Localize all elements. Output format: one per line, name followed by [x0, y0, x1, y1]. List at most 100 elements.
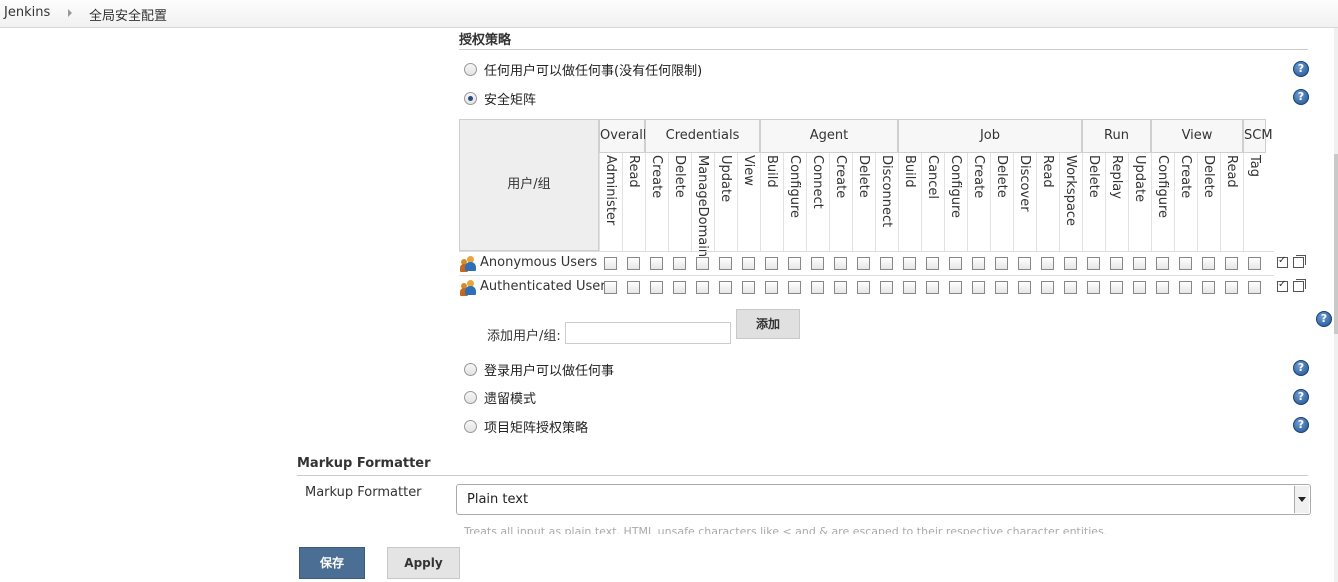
- permission-checkbox[interactable]: [1064, 281, 1077, 294]
- permission-checkbox[interactable]: [627, 281, 640, 294]
- permission-label: Configure: [948, 155, 963, 219]
- permission-checkbox[interactable]: [742, 257, 755, 270]
- radio-button[interactable]: [464, 363, 477, 376]
- matrix-permission-header: Configure: [944, 153, 967, 251]
- radio-button[interactable]: [464, 63, 477, 76]
- help-icon[interactable]: ?: [1293, 417, 1309, 433]
- permission-label: Replay: [1109, 155, 1124, 199]
- permission-checkbox[interactable]: [995, 257, 1008, 270]
- permission-checkbox[interactable]: [857, 281, 870, 294]
- permission-checkbox[interactable]: [1156, 257, 1169, 270]
- chevron-down-icon[interactable]: [1294, 486, 1309, 513]
- matrix-row-label: Authenticated Users: [459, 276, 612, 299]
- permission-checkbox[interactable]: [1064, 257, 1077, 270]
- permission-checkbox[interactable]: [1225, 257, 1238, 270]
- permission-checkbox[interactable]: [696, 281, 709, 294]
- permission-checkbox[interactable]: [1202, 281, 1215, 294]
- permission-checkbox[interactable]: [696, 257, 709, 270]
- permission-checkbox[interactable]: [880, 281, 893, 294]
- permission-checkbox[interactable]: [834, 281, 847, 294]
- scrollbar-thumb[interactable]: [1334, 154, 1338, 334]
- permission-checkbox[interactable]: [972, 257, 985, 270]
- permission-checkbox[interactable]: [1202, 257, 1215, 270]
- permission-checkbox[interactable]: [719, 281, 732, 294]
- permission-checkbox[interactable]: [834, 257, 847, 270]
- permission-checkbox[interactable]: [765, 257, 778, 270]
- check-all-icon[interactable]: [1277, 255, 1288, 268]
- breadcrumb-current[interactable]: 全局安全配置: [89, 5, 167, 24]
- matrix-group-header: Run: [1082, 119, 1151, 153]
- markup-formatter-label: Markup Formatter: [305, 485, 422, 500]
- permission-checkbox[interactable]: [903, 257, 916, 270]
- permission-checkbox[interactable]: [857, 257, 870, 270]
- permission-checkbox[interactable]: [1133, 281, 1146, 294]
- matrix-permission-header: Create: [645, 153, 668, 251]
- permission-checkbox[interactable]: [1018, 257, 1031, 270]
- permission-label: Delete: [1201, 155, 1216, 198]
- check-all-icon[interactable]: [1277, 279, 1288, 292]
- permission-checkbox[interactable]: [1179, 281, 1192, 294]
- permission-checkbox[interactable]: [949, 281, 962, 294]
- permission-checkbox[interactable]: [1179, 257, 1192, 270]
- breadcrumb-jenkins[interactable]: Jenkins: [4, 5, 50, 20]
- permission-checkbox[interactable]: [811, 257, 824, 270]
- markup-formatter-select[interactable]: Plain text: [456, 484, 1311, 515]
- permission-checkbox[interactable]: [1110, 257, 1123, 270]
- help-icon[interactable]: ?: [1293, 61, 1309, 77]
- permission-checkbox[interactable]: [604, 257, 617, 270]
- permission-checkbox[interactable]: [1133, 257, 1146, 270]
- matrix-permission-header: Build: [898, 153, 921, 251]
- permission-checkbox[interactable]: [1087, 257, 1100, 270]
- radio-button[interactable]: [464, 391, 477, 404]
- radio-button-selected[interactable]: [464, 92, 477, 105]
- permission-checkbox[interactable]: [903, 281, 916, 294]
- permission-checkbox[interactable]: [995, 281, 1008, 294]
- permission-checkbox[interactable]: [880, 257, 893, 270]
- add-user-input[interactable]: [565, 322, 731, 344]
- permission-checkbox[interactable]: [1018, 281, 1031, 294]
- permission-checkbox[interactable]: [972, 281, 985, 294]
- permission-checkbox[interactable]: [627, 257, 640, 270]
- permission-checkbox[interactable]: [673, 281, 686, 294]
- permission-checkbox[interactable]: [788, 257, 801, 270]
- permission-checkbox[interactable]: [765, 281, 778, 294]
- vertical-scrollbar[interactable]: [1334, 28, 1338, 582]
- permission-checkbox[interactable]: [1248, 257, 1261, 270]
- permission-checkbox[interactable]: [788, 281, 801, 294]
- apply-button[interactable]: Apply: [387, 547, 460, 579]
- permission-checkbox[interactable]: [673, 257, 686, 270]
- help-icon[interactable]: ?: [1293, 89, 1309, 105]
- matrix-permission-header: Delete: [990, 153, 1013, 251]
- permission-checkbox[interactable]: [949, 257, 962, 270]
- permission-checkbox[interactable]: [1041, 281, 1054, 294]
- help-icon[interactable]: ?: [1316, 311, 1332, 327]
- permission-checkbox[interactable]: [1041, 257, 1054, 270]
- permission-checkbox[interactable]: [1087, 281, 1100, 294]
- permission-label: Update: [718, 155, 733, 203]
- permission-label: Update: [1132, 155, 1147, 203]
- permission-checkbox[interactable]: [1110, 281, 1123, 294]
- help-icon[interactable]: ?: [1293, 389, 1309, 405]
- add-user-button[interactable]: 添加: [736, 309, 800, 339]
- matrix-permission-header: Read: [1036, 153, 1059, 251]
- permission-checkbox[interactable]: [650, 257, 663, 270]
- permission-checkbox[interactable]: [650, 281, 663, 294]
- permission-checkbox[interactable]: [811, 281, 824, 294]
- permission-checkbox[interactable]: [719, 257, 732, 270]
- permission-checkbox[interactable]: [1248, 281, 1261, 294]
- user-name: Anonymous Users: [480, 255, 598, 270]
- clear-icon[interactable]: [1293, 279, 1306, 292]
- permission-checkbox[interactable]: [1225, 281, 1238, 294]
- permission-checkbox[interactable]: [926, 257, 939, 270]
- permission-checkbox[interactable]: [742, 281, 755, 294]
- matrix-permission-header: View: [737, 153, 760, 251]
- radio-button[interactable]: [464, 420, 477, 433]
- permission-checkbox[interactable]: [604, 281, 617, 294]
- clear-icon[interactable]: [1293, 255, 1306, 268]
- matrix-group-header: Agent: [760, 119, 898, 153]
- permission-checkbox[interactable]: [926, 281, 939, 294]
- permission-checkbox[interactable]: [1156, 281, 1169, 294]
- save-button[interactable]: 保存: [299, 547, 365, 579]
- permission-label: Build: [764, 155, 779, 188]
- help-icon[interactable]: ?: [1293, 360, 1309, 376]
